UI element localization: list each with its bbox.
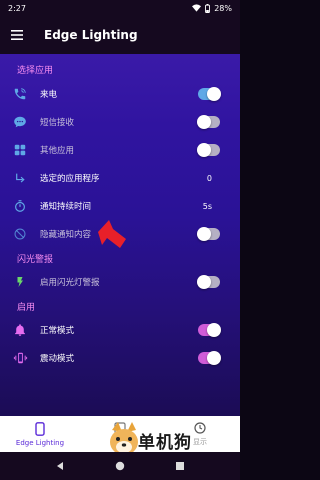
row-other-apps[interactable]: 其他应用 <box>0 136 240 164</box>
row-sms[interactable]: 短信接收 <box>0 108 240 136</box>
grid-apps-icon <box>14 144 26 156</box>
vibrate-icon <box>13 352 27 364</box>
row-flash-enable[interactable]: 启用闪光灯警报 <box>0 268 240 296</box>
status-time: 2:27 <box>8 3 26 13</box>
notify-duration-label: 通知持续时间 <box>40 202 92 212</box>
recents-icon[interactable] <box>175 461 185 471</box>
flash-icon <box>17 277 23 287</box>
row-incoming-call[interactable]: 来电 <box>0 80 240 108</box>
selected-apps-value: 0 <box>206 173 212 183</box>
wifi-icon <box>192 4 202 12</box>
app-title: Edge Lighting <box>44 28 138 42</box>
vibrate-mode-toggle[interactable] <box>198 351 221 365</box>
status-bar: 2:27 28% <box>0 0 240 16</box>
home-icon[interactable] <box>115 461 125 471</box>
menu-button[interactable] <box>0 16 34 54</box>
selected-apps-label: 选定的应用程序 <box>40 174 100 184</box>
hide-content-toggle[interactable] <box>197 227 220 241</box>
settings-list[interactable]: 选择应用 来电 短信接收 其他应用 选定的应用程序 0 通知持续时间 5s 隐藏… <box>0 54 240 416</box>
incoming-call-toggle[interactable] <box>198 87 221 101</box>
notify-duration-value: 5s <box>202 201 212 211</box>
row-normal-mode[interactable]: 正常模式 <box>0 316 240 344</box>
row-notify-duration[interactable]: 通知持续时间 5s <box>0 192 240 220</box>
red-arrow-annotation <box>98 220 126 248</box>
sms-toggle[interactable] <box>197 115 220 129</box>
app-bar: Edge Lighting <box>0 16 240 54</box>
bell-icon <box>15 324 25 336</box>
hamburger-icon <box>11 30 23 40</box>
block-icon <box>14 228 26 240</box>
row-vibrate-mode[interactable]: 震动模式 <box>0 344 240 372</box>
back-icon[interactable] <box>55 461 65 471</box>
normal-mode-toggle[interactable] <box>198 323 221 337</box>
other-apps-toggle[interactable] <box>197 143 220 157</box>
subdirectory-arrow-icon <box>15 173 25 182</box>
watermark-text: 单机狗 <box>138 433 192 453</box>
phone-call-icon <box>14 88 26 100</box>
chat-bubble-icon <box>14 116 26 128</box>
battery-icon <box>205 3 211 13</box>
system-nav-bar <box>0 452 240 480</box>
nav-edge-lighting-label: Edge Lighting <box>15 438 65 447</box>
section-select-app: 选择应用 <box>17 65 54 76</box>
section-enable: 启用 <box>17 302 36 313</box>
battery-level: 28% <box>214 3 232 13</box>
timer-icon <box>15 200 25 212</box>
flash-enable-toggle[interactable] <box>197 275 220 289</box>
phone-edge-icon <box>35 421 45 436</box>
nav-edge-lighting[interactable]: Edge Lighting <box>0 416 80 452</box>
row-selected-apps[interactable]: 选定的应用程序 0 <box>0 164 240 192</box>
